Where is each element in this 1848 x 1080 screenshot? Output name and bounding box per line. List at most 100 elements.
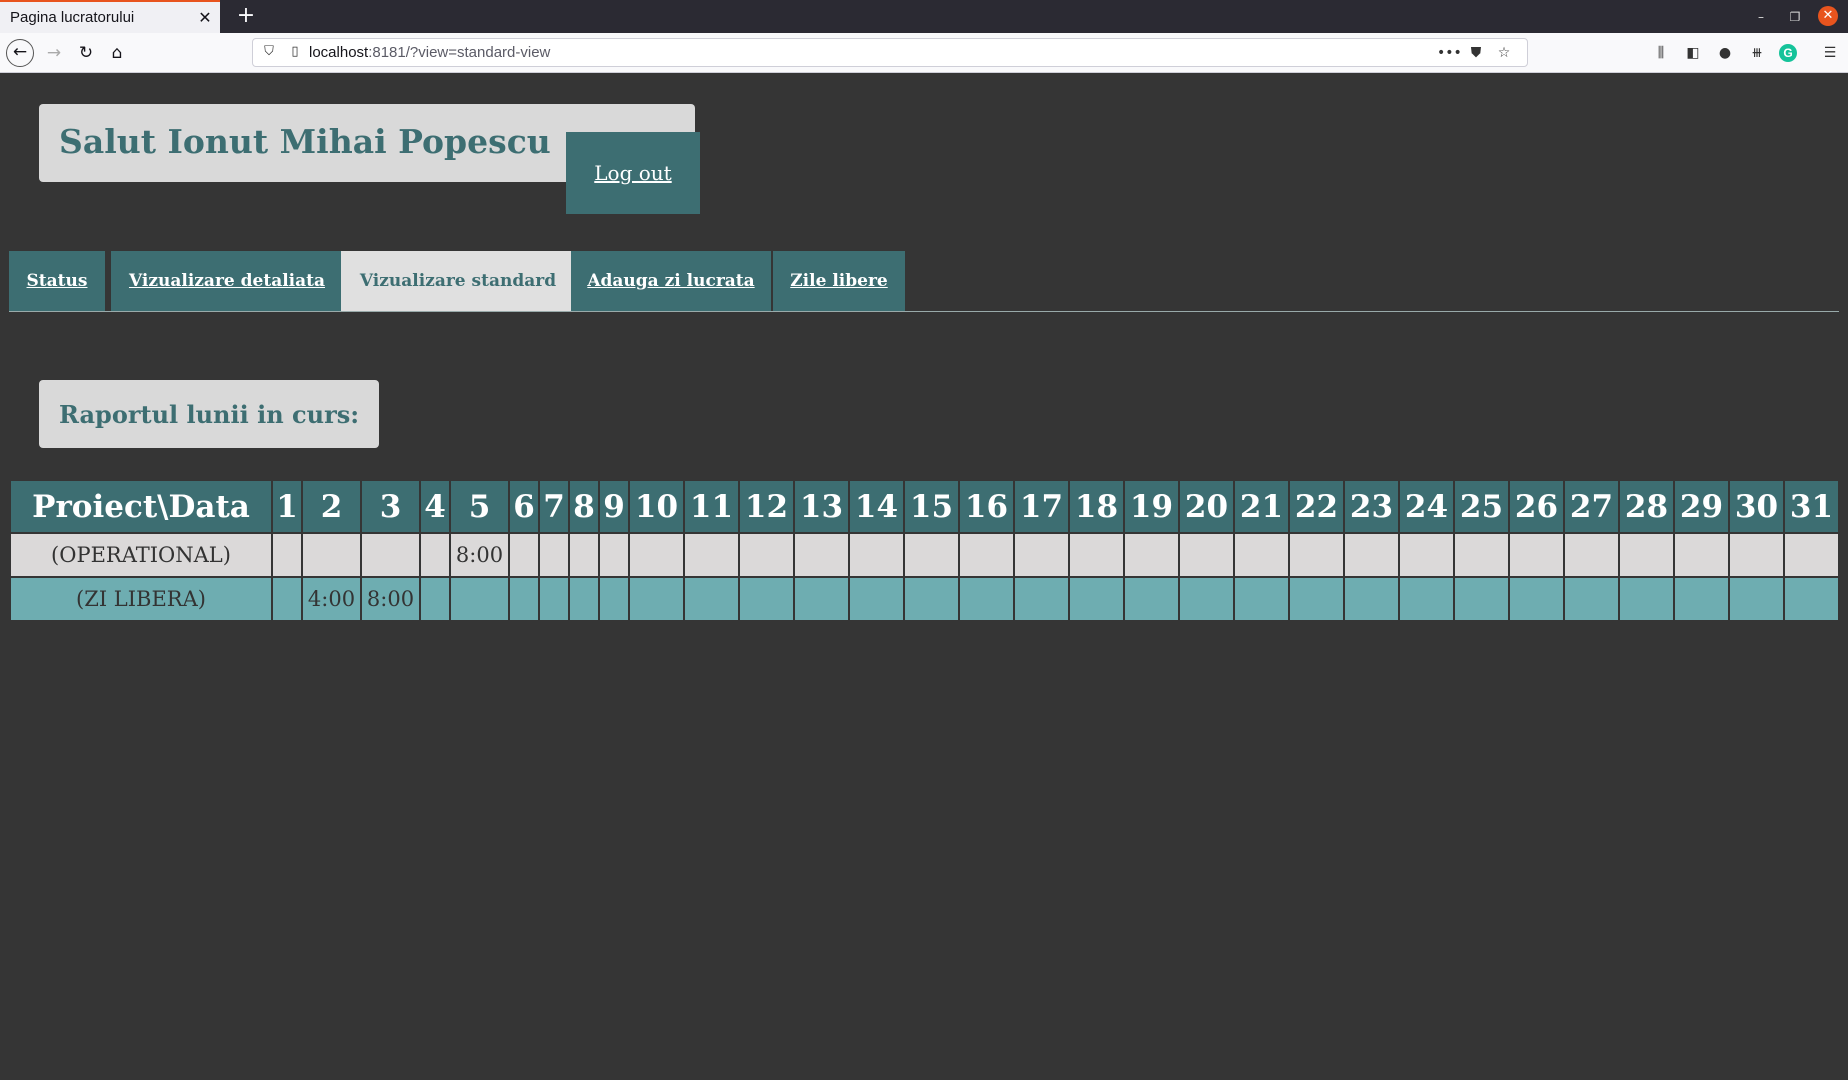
hours-cell bbox=[1785, 534, 1838, 576]
header-day: 16 bbox=[960, 481, 1013, 532]
header-day: 30 bbox=[1730, 481, 1783, 532]
hours-cell bbox=[421, 578, 449, 620]
hours-cell bbox=[1620, 578, 1673, 620]
hours-cell bbox=[1290, 578, 1343, 620]
more-actions-icon[interactable]: ••• bbox=[1437, 42, 1462, 64]
menu-icon[interactable]: ☰ bbox=[1818, 41, 1842, 65]
hours-cell bbox=[1510, 578, 1563, 620]
report-title-panel: Raportul lunii in curs: bbox=[39, 380, 379, 448]
hours-cell bbox=[685, 578, 738, 620]
url-host: localhost bbox=[309, 44, 369, 61]
hours-cell bbox=[1235, 578, 1288, 620]
grammarly-icon[interactable]: G bbox=[1779, 44, 1797, 62]
tab-adauga-zi-lucrata[interactable]: Adauga zi lucrata bbox=[571, 251, 771, 311]
hours-cell bbox=[1675, 534, 1728, 576]
hours-cell bbox=[740, 578, 793, 620]
restore-icon[interactable]: ❐ bbox=[1784, 6, 1806, 28]
forward-icon[interactable]: → bbox=[40, 39, 68, 67]
header-day: 10 bbox=[630, 481, 683, 532]
hours-cell bbox=[1400, 578, 1453, 620]
hours-cell bbox=[1345, 578, 1398, 620]
report-title: Raportul lunii in curs: bbox=[59, 400, 360, 429]
hours-cell bbox=[600, 578, 628, 620]
hours-cell bbox=[451, 578, 508, 620]
hours-cell bbox=[600, 534, 628, 576]
hours-cell bbox=[540, 578, 568, 620]
header-day: 19 bbox=[1125, 481, 1178, 532]
tracking-shield-icon[interactable]: ⛉ bbox=[259, 42, 279, 62]
hours-cell bbox=[570, 534, 598, 576]
hours-cell bbox=[1455, 534, 1508, 576]
browser-tab[interactable]: Pagina lucratorului ✕ bbox=[0, 0, 220, 33]
reload-icon[interactable]: ↻ bbox=[72, 39, 100, 67]
hours-cell bbox=[510, 534, 538, 576]
hours-cell bbox=[1675, 578, 1728, 620]
hours-cell bbox=[1070, 534, 1123, 576]
hours-cell bbox=[905, 534, 958, 576]
header-day: 4 bbox=[421, 481, 449, 532]
page-info-icon[interactable]: ▯ bbox=[285, 42, 305, 62]
tab-status[interactable]: Status bbox=[9, 251, 105, 311]
header-day: 26 bbox=[1510, 481, 1563, 532]
hours-cell bbox=[960, 534, 1013, 576]
hours-cell bbox=[1730, 534, 1783, 576]
tab-vizualizare-standard[interactable]: Vizualizare standard bbox=[341, 251, 575, 311]
hours-cell bbox=[570, 578, 598, 620]
hours-cell bbox=[1565, 578, 1618, 620]
header-day: 13 bbox=[795, 481, 848, 532]
new-tab-icon[interactable]: + bbox=[232, 2, 260, 30]
hours-cell bbox=[905, 578, 958, 620]
bookmark-star-icon[interactable]: ☆ bbox=[1493, 42, 1515, 64]
url-text: localhost:8181/?view=standard-view bbox=[309, 44, 550, 61]
hours-cell bbox=[1125, 578, 1178, 620]
hours-cell bbox=[795, 534, 848, 576]
header-day: 9 bbox=[600, 481, 628, 532]
sidebar-icon[interactable]: ◧ bbox=[1681, 41, 1705, 65]
hours-cell bbox=[795, 578, 848, 620]
home-icon[interactable]: ⌂ bbox=[103, 39, 131, 67]
account-icon[interactable]: ● bbox=[1713, 41, 1737, 65]
header-day: 5 bbox=[451, 481, 508, 532]
hours-cell: 8:00 bbox=[451, 534, 508, 576]
hours-cell bbox=[1015, 578, 1068, 620]
hours-cell bbox=[1125, 534, 1178, 576]
logout-link[interactable]: Log out bbox=[594, 161, 671, 185]
pocket-icon[interactable]: ⛊ bbox=[1465, 42, 1487, 64]
hours-cell bbox=[1620, 534, 1673, 576]
logout-button[interactable]: Log out bbox=[566, 132, 700, 214]
hours-cell bbox=[630, 578, 683, 620]
hours-cell bbox=[1015, 534, 1068, 576]
hours-cell bbox=[1565, 534, 1618, 576]
header-day: 8 bbox=[570, 481, 598, 532]
header-day: 21 bbox=[1235, 481, 1288, 532]
hours-cell bbox=[1455, 578, 1508, 620]
hours-cell bbox=[273, 578, 301, 620]
extension-icon[interactable]: ⧻ bbox=[1745, 41, 1769, 65]
project-cell: (ZI LIBERA) bbox=[11, 578, 271, 620]
close-tab-icon[interactable]: ✕ bbox=[194, 8, 216, 27]
header-day: 24 bbox=[1400, 481, 1453, 532]
header-day: 18 bbox=[1070, 481, 1123, 532]
hours-cell bbox=[1345, 534, 1398, 576]
tab-zile-libere[interactable]: Zile libere bbox=[773, 251, 905, 311]
table-row: (OPERATIONAL) 8:00 bbox=[11, 534, 1838, 576]
tab-vizualizare-detaliata[interactable]: Vizualizare detaliata bbox=[111, 251, 343, 311]
hours-cell bbox=[273, 534, 301, 576]
hours-cell bbox=[960, 578, 1013, 620]
hours-cell bbox=[1180, 578, 1233, 620]
hours-cell: 8:00 bbox=[362, 578, 419, 620]
browser-nav-bar: ← → ↻ ⌂ ⛉ ▯ localhost:8181/?view=standar… bbox=[0, 33, 1848, 73]
hours-cell bbox=[510, 578, 538, 620]
minimize-icon[interactable]: – bbox=[1750, 6, 1772, 28]
header-day: 12 bbox=[740, 481, 793, 532]
url-bar[interactable]: ⛉ ▯ localhost:8181/?view=standard-view •… bbox=[252, 38, 1528, 67]
library-icon[interactable]: ⫼ bbox=[1649, 41, 1673, 65]
header-day: 25 bbox=[1455, 481, 1508, 532]
monthly-report-table: Proiect\Data 1 2 3 4 5 6 7 8 9 10 11 12 13 14 15 16 17 18… bbox=[9, 479, 1840, 622]
window-close-icon[interactable]: ✕ bbox=[1818, 6, 1838, 26]
header-day: 11 bbox=[685, 481, 738, 532]
back-icon[interactable]: ← bbox=[6, 39, 34, 67]
hours-cell bbox=[1180, 534, 1233, 576]
project-cell: (OPERATIONAL) bbox=[11, 534, 271, 576]
hours-cell bbox=[630, 534, 683, 576]
